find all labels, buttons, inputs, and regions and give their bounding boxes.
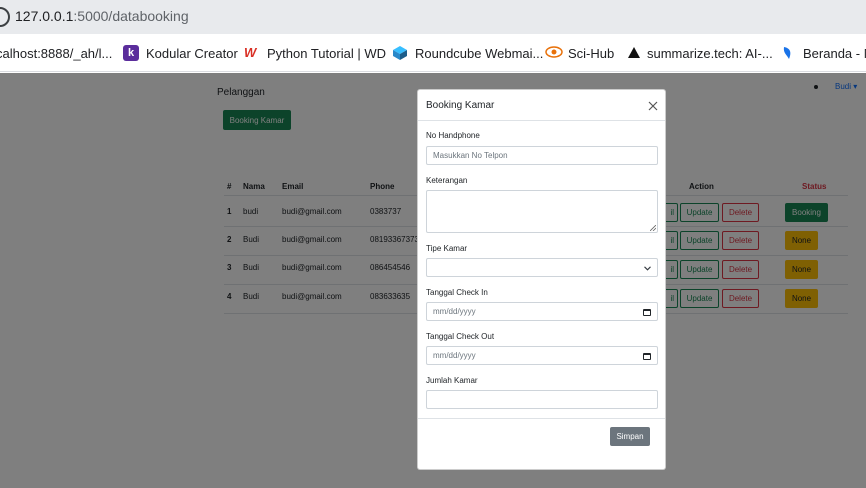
bookmark-label: Kodular Creator [146, 45, 238, 61]
bookmark-label: Roundcube Webmai... [415, 45, 544, 61]
rooms-input[interactable] [426, 390, 658, 409]
bookmark-scihub[interactable]: Sci-Hub [545, 34, 614, 72]
checkout-label: Tanggal Check Out [426, 332, 495, 341]
site-info-icon[interactable] [0, 7, 10, 27]
close-icon[interactable] [647, 99, 659, 111]
bookmark-label: Python Tutorial | WD [267, 45, 386, 61]
roundcube-icon [392, 45, 408, 61]
resize-handle-icon[interactable] [650, 225, 656, 231]
simpan-button[interactable]: Simpan [610, 427, 650, 446]
checkin-label: Tanggal Check In [426, 288, 488, 297]
bookmark-summarize[interactable]: summarize.tech: AI-... [628, 34, 773, 72]
calendar-icon[interactable] [643, 309, 651, 316]
bookmark-beranda[interactable]: Beranda - M [780, 34, 866, 72]
rooms-label: Jumlah Kamar [426, 376, 478, 385]
modal-title: Booking Kamar [426, 100, 495, 111]
calendar-icon[interactable] [643, 353, 651, 360]
checkout-value: mm/dd/yyyy [433, 351, 476, 360]
kodular-icon: k [123, 45, 139, 61]
url-text[interactable]: 127.0.0.1:5000/databooking [15, 8, 189, 24]
bookmark-python-tutorial[interactable]: W Python Tutorial | WD [244, 34, 386, 72]
bookmark-label: calhost:8888/_ah/l... [0, 45, 113, 61]
phone-input[interactable] [426, 146, 658, 165]
w3-icon: W [244, 45, 257, 60]
modal-footer-divider [418, 418, 665, 419]
bookmark-label: Beranda - M [803, 45, 866, 61]
room-type-label: Tipe Kamar [426, 244, 468, 253]
bookmark-kodular[interactable]: k Kodular Creator [123, 34, 238, 72]
booking-modal: Booking Kamar No Handphone Keterangan Ti… [417, 89, 666, 470]
checkout-date-input[interactable]: mm/dd/yyyy [426, 346, 658, 365]
checkin-date-input[interactable]: mm/dd/yyyy [426, 302, 658, 321]
bookmark-localhost[interactable]: calhost:8888/_ah/l... [0, 34, 112, 72]
bookmarks-bar: calhost:8888/_ah/l... k Kodular Creator … [0, 34, 866, 72]
url-host: 127.0.0.1 [15, 8, 74, 24]
room-type-select[interactable] [426, 258, 658, 277]
leaf-icon [780, 45, 796, 61]
modal-header: Booking Kamar [418, 90, 665, 121]
bookmark-label: summarize.tech: AI-... [647, 45, 773, 61]
bookmark-roundcube[interactable]: Roundcube Webmai... [392, 34, 543, 72]
checkin-value: mm/dd/yyyy [433, 307, 476, 316]
chevron-down-icon [644, 264, 651, 273]
triangle-icon [628, 45, 640, 61]
bookmark-label: Sci-Hub [568, 45, 615, 61]
notes-textarea[interactable] [426, 190, 658, 233]
scihub-icon [545, 45, 563, 61]
notes-label: Keterangan [426, 176, 468, 185]
phone-label: No Handphone [426, 131, 480, 140]
url-path: :5000/databooking [73, 8, 189, 24]
browser-address-bar[interactable]: 127.0.0.1:5000/databooking [0, 0, 866, 34]
